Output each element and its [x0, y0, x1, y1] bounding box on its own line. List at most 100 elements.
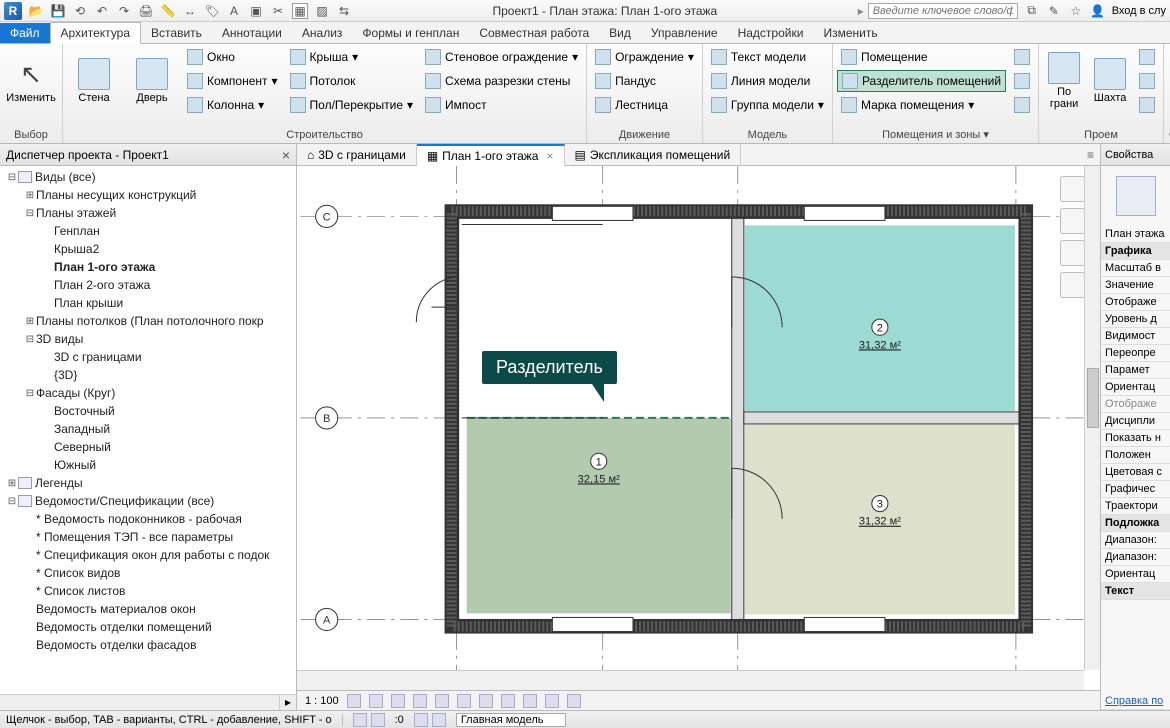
favorite-icon[interactable]: ☆: [1068, 3, 1084, 19]
tree-item[interactable]: * Помещения ТЭП - все параметры: [0, 528, 296, 546]
view-canvas[interactable]: C В А: [297, 166, 1100, 690]
area-button[interactable]: [1010, 46, 1034, 68]
thin-lines-icon[interactable]: ▦: [292, 3, 308, 19]
floor-button[interactable]: Пол/Перекрытие▾: [286, 94, 417, 116]
v-scroll-thumb[interactable]: [1087, 368, 1099, 428]
props-help-link[interactable]: Справка по: [1101, 693, 1170, 710]
modify-button[interactable]: ↖ Изменить: [4, 46, 58, 116]
expander-icon[interactable]: ⊟: [24, 388, 36, 399]
reveal-icon[interactable]: [545, 694, 559, 708]
viewtab-plan[interactable]: ▦План 1-ого этажа×: [417, 144, 565, 166]
tab-file[interactable]: Файл: [0, 23, 50, 43]
window-button[interactable]: Окно: [183, 46, 282, 68]
ramp-button[interactable]: Пандус: [591, 70, 698, 92]
tree-item[interactable]: ⊟Виды (все): [0, 168, 296, 186]
area-boundary-button[interactable]: [1010, 70, 1034, 92]
print-icon[interactable]: 🖨: [138, 3, 154, 19]
props-row[interactable]: Диапазон:: [1101, 549, 1170, 566]
tree-item[interactable]: План крыши: [0, 294, 296, 312]
tab-architecture[interactable]: Архитектура: [50, 22, 142, 44]
tab-addins[interactable]: Надстройки: [728, 23, 814, 43]
column-button[interactable]: Колонна▾: [183, 94, 282, 116]
tab-collaborate[interactable]: Совместная работа: [469, 23, 599, 43]
lock-icon[interactable]: [501, 694, 515, 708]
props-row[interactable]: Парамет: [1101, 362, 1170, 379]
main-model-combo[interactable]: Главная модель: [456, 713, 566, 727]
mullion-button[interactable]: Импост: [421, 94, 582, 116]
expander-icon[interactable]: ⊟: [6, 496, 18, 507]
tree-item[interactable]: ⊞Планы потолков (План потолочного покр: [0, 312, 296, 330]
expander-icon[interactable]: ⊟: [6, 172, 18, 183]
tree-item[interactable]: {3D}: [0, 366, 296, 384]
scale-label[interactable]: 1 : 100: [305, 695, 339, 707]
props-row[interactable]: Отображе: [1101, 294, 1170, 311]
expander-icon[interactable]: ⊞: [24, 190, 36, 201]
tab-annotate[interactable]: Аннотации: [212, 23, 292, 43]
tree-item[interactable]: * Список видов: [0, 564, 296, 582]
detail-level-icon[interactable]: [347, 694, 361, 708]
tree-item[interactable]: ⊞Планы несущих конструкций: [0, 186, 296, 204]
tree-item[interactable]: ⊟Планы этажей: [0, 204, 296, 222]
tree-item[interactable]: Северный: [0, 438, 296, 456]
crop-region-icon[interactable]: [479, 694, 493, 708]
switch-icon[interactable]: ⇆: [336, 3, 352, 19]
tree-item[interactable]: План 2-ого этажа: [0, 276, 296, 294]
tree-item[interactable]: 3D с границами: [0, 348, 296, 366]
3d-icon[interactable]: ▣: [248, 3, 264, 19]
pan-icon[interactable]: [1060, 208, 1086, 234]
room-button[interactable]: Помещение: [837, 46, 1006, 68]
tree-item[interactable]: * Спецификация окон для работы с подок: [0, 546, 296, 564]
navwheel-icon[interactable]: [1060, 176, 1086, 202]
search-play-icon[interactable]: ▸: [858, 4, 864, 18]
design-options-icon[interactable]: [371, 713, 385, 727]
props-row[interactable]: Графичес: [1101, 481, 1170, 498]
save-icon[interactable]: 💾: [50, 3, 66, 19]
tree-item[interactable]: Генплан: [0, 222, 296, 240]
room-tag-button[interactable]: Марка помещения▾: [837, 94, 1006, 116]
expander-icon[interactable]: ⊞: [24, 316, 36, 327]
props-type[interactable]: План этажа: [1101, 226, 1170, 243]
undo-icon[interactable]: ↶: [94, 3, 110, 19]
expander-icon[interactable]: ⊞: [6, 478, 18, 489]
tree-item[interactable]: * Ведомость подоконников - рабочая: [0, 510, 296, 528]
tree-item[interactable]: Южный: [0, 456, 296, 474]
roof-button[interactable]: Крыша▾: [286, 46, 417, 68]
zoom-icon[interactable]: [1060, 240, 1086, 266]
tab-insert[interactable]: Вставить: [141, 23, 212, 43]
props-row[interactable]: Положен: [1101, 447, 1170, 464]
communicate-icon[interactable]: ✎: [1046, 3, 1062, 19]
tree-item[interactable]: Западный: [0, 420, 296, 438]
modelline-button[interactable]: Линия модели: [707, 70, 828, 92]
tree-item[interactable]: ⊟3D виды: [0, 330, 296, 348]
orbit-icon[interactable]: [1060, 272, 1086, 298]
section-icon[interactable]: ✂: [270, 3, 286, 19]
tree-item[interactable]: Восточный: [0, 402, 296, 420]
pb-scrollbar[interactable]: ▸: [0, 694, 296, 710]
viewtab-3d[interactable]: ⌂3D с границами: [297, 144, 417, 166]
modeltext-button[interactable]: Текст модели: [707, 46, 828, 68]
select-links-icon[interactable]: [432, 713, 446, 727]
tag-icon[interactable]: 🏷: [204, 3, 220, 19]
text-icon[interactable]: A: [226, 3, 242, 19]
props-row[interactable]: Масштаб в: [1101, 260, 1170, 277]
modelgroup-button[interactable]: Группа модели▾: [707, 94, 828, 116]
open-icon[interactable]: 📂: [28, 3, 44, 19]
props-row[interactable]: Уровень д: [1101, 311, 1170, 328]
temporary-hide-icon[interactable]: [523, 694, 537, 708]
tree-item[interactable]: Ведомость материалов окон: [0, 600, 296, 618]
sunpath-icon[interactable]: [391, 694, 405, 708]
wall-opening-button[interactable]: [1135, 46, 1159, 68]
shadows-icon[interactable]: [413, 694, 427, 708]
props-row[interactable]: Показать н: [1101, 430, 1170, 447]
viewtab-schedule[interactable]: ▤Экспликация помещений: [565, 144, 742, 166]
props-row[interactable]: Цветовая с: [1101, 464, 1170, 481]
app-logo[interactable]: R: [4, 2, 22, 20]
close-icon[interactable]: ×: [546, 149, 553, 163]
tab-manage[interactable]: Управление: [641, 23, 728, 43]
dimension-icon[interactable]: ↔: [182, 3, 198, 19]
props-row[interactable]: Диапазон:: [1101, 532, 1170, 549]
room-separator-button[interactable]: Разделитель помещений: [837, 70, 1006, 92]
tab-massing[interactable]: Формы и генплан: [352, 23, 469, 43]
worksharing-icon[interactable]: [567, 694, 581, 708]
tab-modify[interactable]: Изменить: [813, 23, 887, 43]
